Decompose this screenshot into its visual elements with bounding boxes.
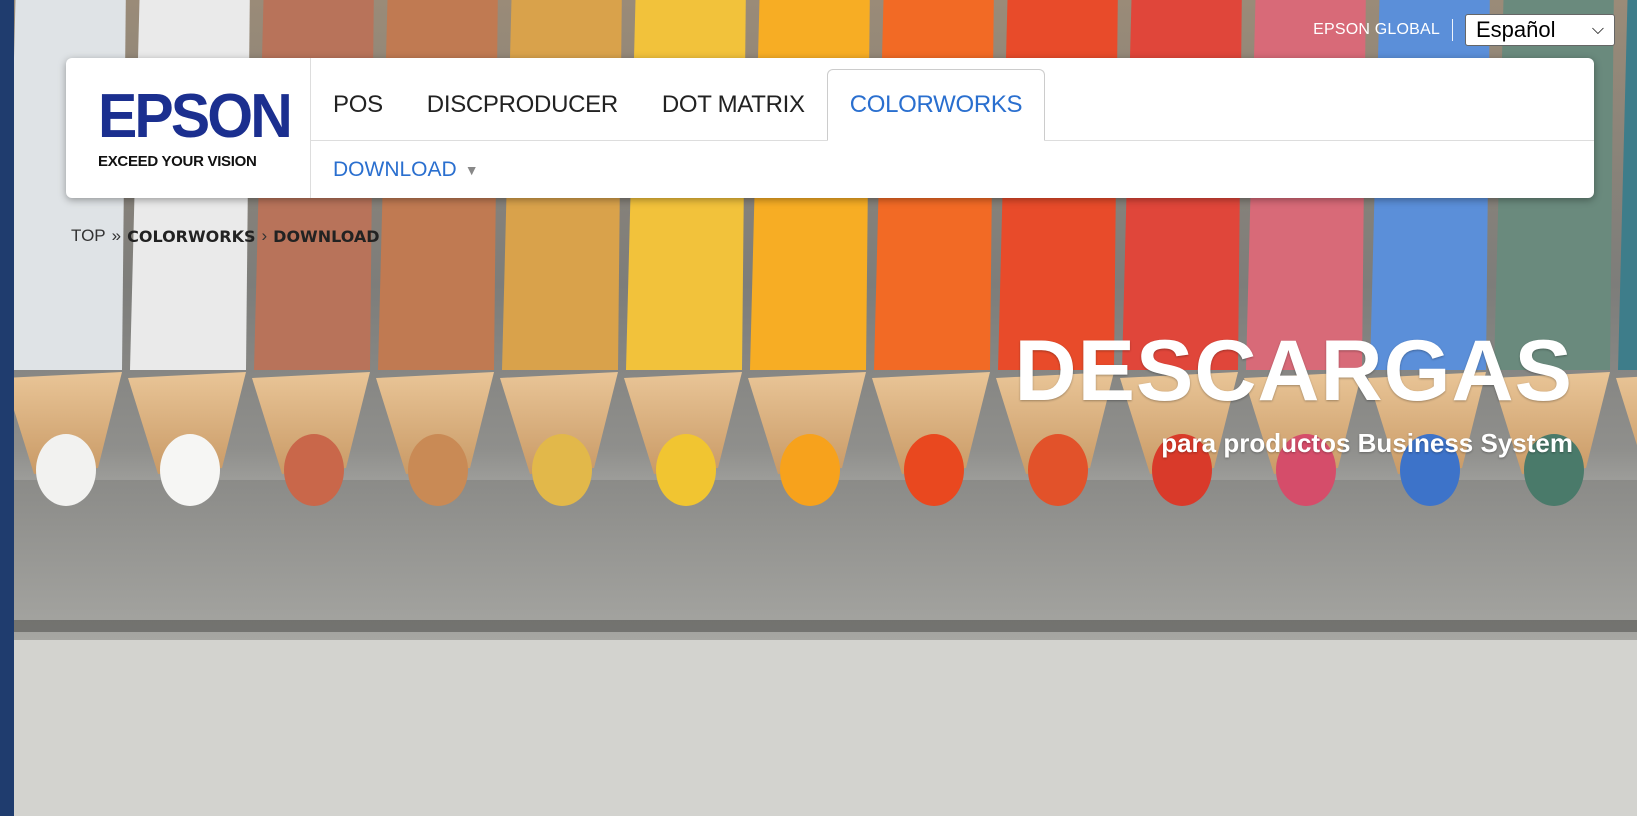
pencil-tip [160,434,220,506]
pencil-tip [656,434,716,506]
pencil-tip [1028,434,1088,506]
utility-divider [1452,19,1453,41]
epson-logo[interactable]: EPSON EXCEED YOUR VISION [66,58,311,198]
main-navbar: EPSON EXCEED YOUR VISION POS DISCPRODUCE… [66,58,1594,198]
pencil-tip [408,434,468,506]
caret-down-icon: ▼ [464,161,479,178]
pencil-tip [780,434,840,506]
secondary-nav: DOWNLOAD ▼ [311,141,1594,198]
hero-subtitle: para productos Business System [1161,428,1573,458]
nav-dot-matrix[interactable]: DOT MATRIX [640,70,827,140]
chevron-down-icon: ⌵ [1591,21,1604,38]
breadcrumb-current: DOWNLOAD [273,226,380,246]
utility-bar: EPSON GLOBAL Español ⌵ [1313,14,1615,46]
language-select[interactable]: Español ⌵ [1465,14,1615,46]
language-selected-value: Español [1476,17,1556,42]
logo-tagline: EXCEED YOUR VISION [98,153,257,170]
breadcrumb-separator: » [111,226,122,245]
epson-global-link[interactable]: EPSON GLOBAL [1313,21,1440,39]
pencil-wood [1616,376,1637,446]
hero-title: DESCARGAS [1014,323,1573,419]
nav-discproducer[interactable]: DISCPRODUCER [405,70,640,140]
pencil-tip [532,434,592,506]
pencil-tip [284,434,344,506]
primary-nav: POS DISCPRODUCER DOT MATRIX COLORWORKS [311,58,1594,141]
breadcrumb-section-link[interactable]: COLORWORKS [127,227,255,246]
nav-colorworks[interactable]: COLORWORKS [826,69,1046,141]
breadcrumb: TOP » COLORWORKS › DOWNLOAD [71,226,380,246]
subnav-download[interactable]: DOWNLOAD ▼ [333,158,479,182]
window-edge [0,0,14,816]
nav-pos[interactable]: POS [311,70,405,140]
subnav-download-label: DOWNLOAD [333,157,457,181]
breadcrumb-top-link[interactable]: TOP [71,226,106,246]
pencil-tip [36,434,96,506]
pencil-tip [904,434,964,506]
pencil-body [1618,0,1637,370]
breadcrumb-separator: › [261,226,268,245]
logo-wordmark: EPSON [98,82,293,151]
